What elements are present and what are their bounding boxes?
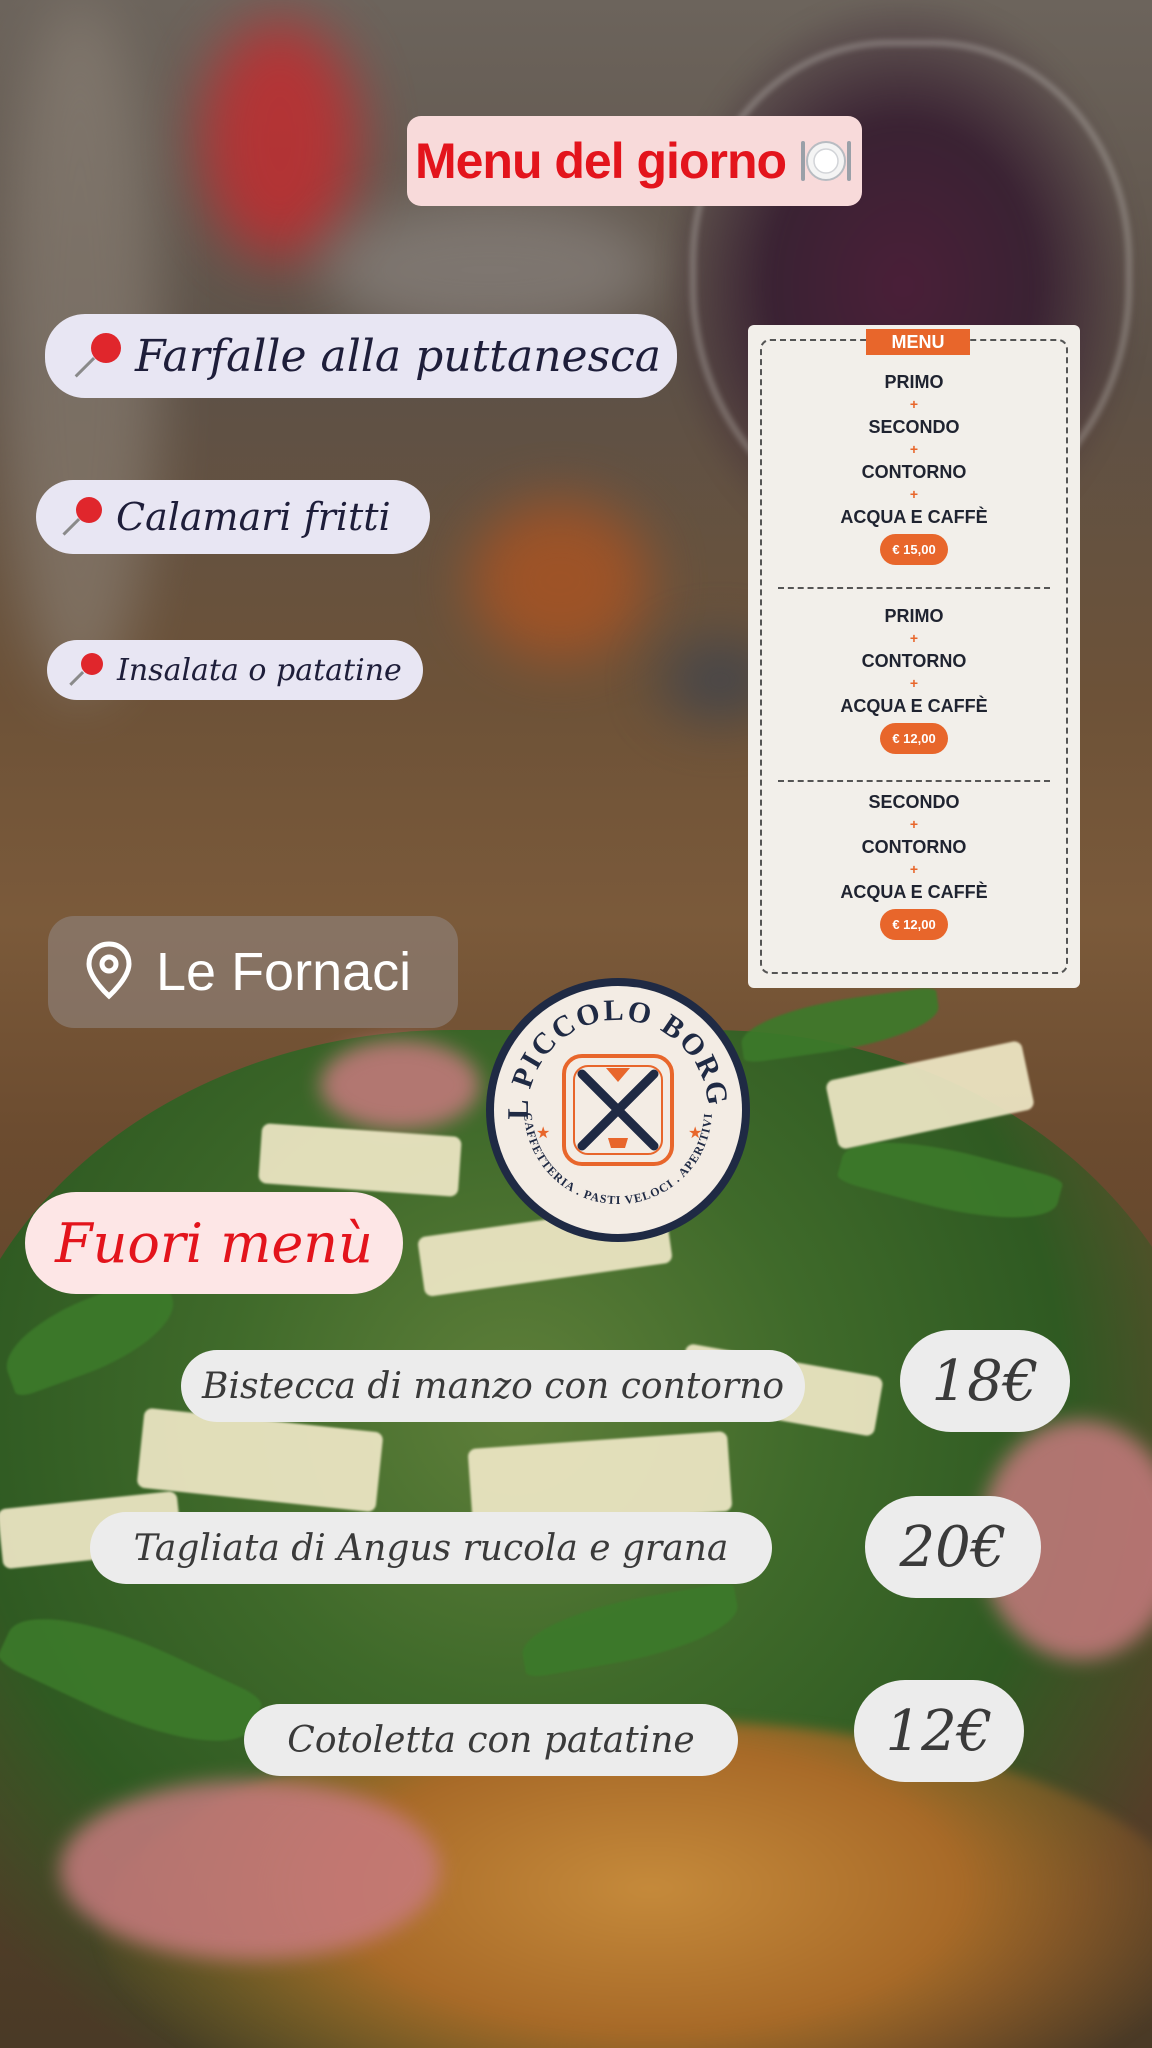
menu-divider bbox=[778, 587, 1050, 589]
page-title: Menu del giorno bbox=[414, 133, 787, 189]
dish-name: Bistecca di manzo con contorno bbox=[181, 1350, 805, 1422]
daily-item: Farfalle alla puttanesca bbox=[45, 314, 677, 398]
pushpin-icon bbox=[74, 333, 121, 379]
dish-name: Cotoletta con patatine bbox=[244, 1704, 738, 1776]
plus-sign: + bbox=[909, 441, 919, 457]
menu-card-header: MENU bbox=[866, 329, 970, 355]
combo-item: CONTORNO bbox=[861, 462, 967, 482]
daily-item-label: Insalata o patatine bbox=[117, 652, 402, 688]
plus-sign: + bbox=[909, 675, 919, 691]
plus-sign: + bbox=[909, 861, 919, 877]
location-tag[interactable]: Le Fornaci bbox=[48, 916, 458, 1028]
combo-item: ACQUA E CAFFÈ bbox=[840, 696, 988, 716]
svg-text:★: ★ bbox=[688, 1123, 702, 1142]
menu-combo: SECONDO + CONTORNO + ACQUA E CAFFÈ € 12,… bbox=[748, 791, 1080, 940]
daily-item-label: Farfalle alla puttanesca bbox=[135, 330, 662, 382]
combo-item: PRIMO bbox=[884, 606, 944, 626]
menu-card: MENU PRIMO + SECONDO + CONTORNO + ACQUA … bbox=[748, 325, 1080, 988]
menu-divider bbox=[778, 780, 1050, 782]
dish-price: 20€ bbox=[865, 1496, 1041, 1598]
title-banner: Menu del giorno bbox=[407, 116, 862, 206]
plus-sign: + bbox=[909, 630, 919, 646]
plate-cutlery-icon bbox=[798, 133, 854, 189]
daily-item-label: Calamari fritti bbox=[116, 495, 391, 539]
combo-item: CONTORNO bbox=[861, 837, 967, 857]
combo-price: € 12,00 bbox=[880, 909, 948, 940]
plus-sign: + bbox=[909, 396, 919, 412]
menu-combo: PRIMO + SECONDO + CONTORNO + ACQUA E CAF… bbox=[748, 371, 1080, 565]
fuori-menu-label: Fuori menù bbox=[55, 1211, 373, 1275]
pushpin-icon bbox=[62, 497, 102, 537]
combo-item: PRIMO bbox=[884, 372, 944, 392]
svg-text:★: ★ bbox=[536, 1123, 550, 1142]
combo-price: € 12,00 bbox=[880, 723, 948, 754]
dish-price: 18€ bbox=[900, 1330, 1070, 1432]
daily-item: Calamari fritti bbox=[36, 480, 430, 554]
plus-sign: + bbox=[909, 486, 919, 502]
combo-item: SECONDO bbox=[868, 792, 960, 812]
combo-price: € 15,00 bbox=[880, 534, 948, 565]
combo-item: ACQUA E CAFFÈ bbox=[840, 507, 988, 527]
combo-item: SECONDO bbox=[868, 417, 960, 437]
dish-price: 12€ bbox=[854, 1680, 1024, 1782]
location-label: Le Fornaci bbox=[156, 942, 412, 1002]
daily-item: Insalata o patatine bbox=[47, 640, 423, 700]
pushpin-icon bbox=[69, 653, 103, 687]
il-piccolo-borgo-logo: IL PICCOLO BORGO CAFFETTERIA . PASTI VEL… bbox=[471, 950, 752, 1244]
dish-name: Tagliata di Angus rucola e grana bbox=[90, 1512, 772, 1584]
plus-sign: + bbox=[909, 816, 919, 832]
combo-item: ACQUA E CAFFÈ bbox=[840, 882, 988, 902]
menu-combo: PRIMO + CONTORNO + ACQUA E CAFFÈ € 12,00 bbox=[748, 605, 1080, 754]
fuori-menu-badge: Fuori menù bbox=[25, 1192, 403, 1294]
location-pin-icon bbox=[84, 940, 134, 1004]
combo-item: CONTORNO bbox=[861, 651, 967, 671]
